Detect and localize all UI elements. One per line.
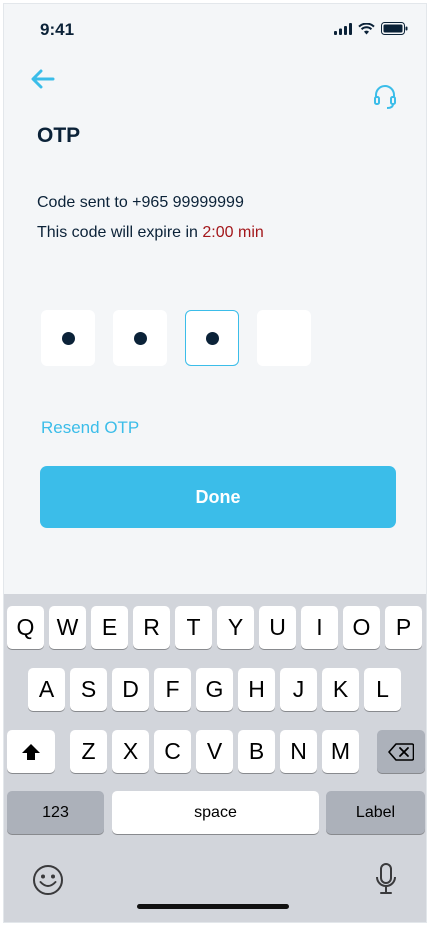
key-m[interactable]: M bbox=[322, 730, 359, 773]
key-i[interactable]: I bbox=[301, 606, 338, 649]
key-j[interactable]: J bbox=[280, 668, 317, 711]
key-k[interactable]: K bbox=[322, 668, 359, 711]
otp-digit-4[interactable] bbox=[257, 310, 311, 366]
key-q[interactable]: Q bbox=[7, 606, 44, 649]
key-n[interactable]: N bbox=[280, 730, 317, 773]
key-g[interactable]: G bbox=[196, 668, 233, 711]
key-r[interactable]: R bbox=[133, 606, 170, 649]
key-y[interactable]: Y bbox=[217, 606, 254, 649]
status-bar: 9:41 bbox=[4, 4, 426, 56]
phone-screen: 9:41 OTP Code sent to +965 99999999 This… bbox=[3, 3, 427, 923]
otp-digit-3[interactable] bbox=[185, 310, 239, 366]
key-s[interactable]: S bbox=[70, 668, 107, 711]
back-button[interactable] bbox=[28, 64, 58, 94]
key-c[interactable]: C bbox=[154, 730, 191, 773]
emoji-icon[interactable] bbox=[32, 864, 64, 896]
key-z[interactable]: Z bbox=[70, 730, 107, 773]
battery-icon bbox=[381, 22, 408, 35]
key-l[interactable]: L bbox=[364, 668, 401, 711]
resend-otp-link[interactable]: Resend OTP bbox=[41, 418, 139, 438]
key-t[interactable]: T bbox=[175, 606, 212, 649]
key-b[interactable]: B bbox=[238, 730, 275, 773]
expiry-time: 2:00 min bbox=[202, 224, 264, 241]
page-title: OTP bbox=[37, 124, 81, 147]
arrow-left-icon bbox=[31, 69, 55, 89]
space-key[interactable]: space bbox=[112, 791, 319, 834]
otp-digit-2[interactable] bbox=[113, 310, 167, 366]
delete-key[interactable] bbox=[377, 730, 425, 773]
wifi-icon bbox=[358, 22, 375, 34]
expiry-prefix: This code will expire in bbox=[37, 224, 203, 241]
masked-digit bbox=[61, 331, 75, 345]
shift-icon bbox=[22, 743, 40, 760]
microphone-icon[interactable] bbox=[375, 862, 397, 896]
otp-digit-1[interactable] bbox=[41, 310, 95, 366]
key-v[interactable]: V bbox=[196, 730, 233, 773]
return-key[interactable]: Label bbox=[326, 791, 425, 834]
key-u[interactable]: U bbox=[259, 606, 296, 649]
key-d[interactable]: D bbox=[112, 668, 149, 711]
phone-number: +965 99999999 bbox=[132, 194, 244, 211]
key-w[interactable]: W bbox=[49, 606, 86, 649]
key-f[interactable]: F bbox=[154, 668, 191, 711]
home-indicator bbox=[137, 904, 289, 909]
code-sent-text: Code sent to +965 99999999 bbox=[37, 194, 244, 212]
key-p[interactable]: P bbox=[385, 606, 422, 649]
code-sent-prefix: Code sent to bbox=[37, 194, 133, 211]
otp-input-group bbox=[41, 310, 311, 366]
expiry-text: This code will expire in 2:00 min bbox=[37, 224, 264, 242]
key-e[interactable]: E bbox=[91, 606, 128, 649]
key-h[interactable]: H bbox=[238, 668, 275, 711]
numbers-key[interactable]: 123 bbox=[7, 791, 104, 834]
masked-digit bbox=[133, 331, 147, 345]
keyboard: Q W E R T Y U I O P A S D F G H J K L Z … bbox=[4, 594, 426, 922]
backspace-icon bbox=[388, 742, 414, 761]
shift-key[interactable] bbox=[7, 730, 55, 773]
masked-digit bbox=[205, 331, 219, 345]
key-x[interactable]: X bbox=[112, 730, 149, 773]
headset-icon bbox=[374, 85, 396, 109]
status-time: 9:41 bbox=[40, 20, 75, 39]
key-o[interactable]: O bbox=[343, 606, 380, 649]
cellular-signal-icon bbox=[334, 22, 352, 35]
done-button[interactable]: Done bbox=[40, 466, 396, 528]
status-icons bbox=[334, 22, 408, 35]
key-a[interactable]: A bbox=[28, 668, 65, 711]
support-button[interactable] bbox=[370, 82, 400, 112]
